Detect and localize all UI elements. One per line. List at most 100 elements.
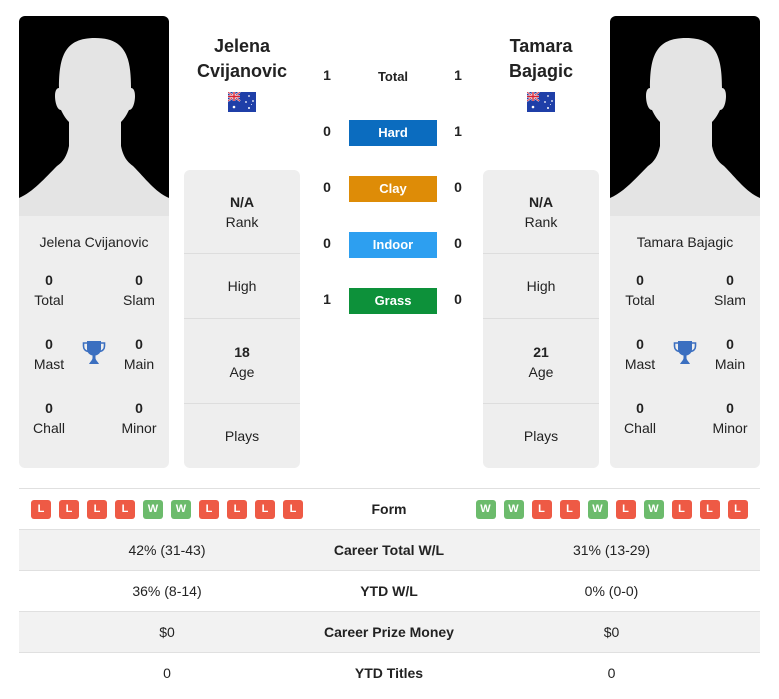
form-loss-badge[interactable]: L [559, 499, 580, 519]
form-loss-badge[interactable]: L [31, 499, 51, 519]
stat-right-value: 0 [607, 665, 616, 681]
form-loss-badge[interactable]: L [255, 499, 275, 519]
surface-indoor-button[interactable]: Indoor [349, 232, 437, 258]
age-left: 18 Age [229, 344, 255, 380]
h2h-grass-row: 1 Grass 0 [315, 288, 470, 314]
player-first-name-left[interactable]: Jelena [177, 34, 307, 59]
h2h-hard-right: 1 [454, 123, 462, 139]
player-card-right: Tamara Bajagic 0 Total 0 Slam 0 Mast 0 Main … [610, 16, 760, 468]
info-card-left: N/A Rank High 18 Age Plays [184, 170, 300, 468]
age-right: 21 Age [528, 344, 554, 380]
stat-left-value: 36% (8-14) [132, 583, 202, 599]
form-row: LLLLWWLLLL Form WWLLWLWLLL [19, 488, 760, 529]
titles-chall-right: 0 Chall [624, 400, 656, 436]
player-last-name-right[interactable]: Bajagic [476, 59, 606, 84]
form-label: Form [371, 501, 407, 517]
titles-total-right: 0 Total [625, 272, 655, 308]
stat-label: Career Total W/L [333, 542, 445, 558]
form-loss-badge[interactable]: L [87, 499, 107, 519]
form-loss-badge[interactable]: L [531, 499, 552, 519]
plays-right: Plays [523, 428, 559, 444]
h2h-clay-left: 0 [323, 179, 331, 195]
player-name-right: Tamara Bajagic [636, 234, 734, 250]
form-loss-badge[interactable]: L [115, 499, 135, 519]
silhouette-icon [19, 38, 169, 216]
titles-minor-left: 0 Minor [121, 400, 157, 436]
form-win-badge[interactable]: W [587, 499, 608, 519]
form-loss-badge[interactable]: L [671, 499, 692, 519]
titles-mast-left: 0 Mast [33, 336, 65, 372]
titles-minor-right: 0 Minor [712, 400, 748, 436]
form-loss-badge[interactable]: L [59, 499, 79, 519]
stat-label: YTD W/L [360, 583, 418, 599]
stat-right-value: $0 [603, 624, 620, 640]
australia-flag-icon [527, 92, 555, 112]
table-row: $0 Career Prize Money $0 [19, 611, 760, 652]
form-win-badge[interactable]: W [475, 499, 496, 519]
player-header-right: Tamara Bajagic [476, 34, 606, 115]
form-loss-badge[interactable]: L [199, 499, 219, 519]
divider [184, 403, 300, 404]
h2h-clay-row: 0 Clay 0 [315, 176, 470, 202]
surface-hard-button[interactable]: Hard [349, 120, 437, 146]
h2h-grass-left: 1 [323, 291, 331, 307]
form-win-badge[interactable]: W [171, 499, 191, 519]
high-right: High [526, 278, 556, 294]
form-win-badge[interactable]: W [643, 499, 664, 519]
form-loss-badge[interactable]: L [283, 499, 303, 519]
titles-chall-left: 0 Chall [33, 400, 65, 436]
titles-slam-left: 0 Slam [123, 272, 155, 308]
titles-total-left: 0 Total [34, 272, 64, 308]
titles-main-right: 0 Main [714, 336, 746, 372]
australia-flag-icon [228, 92, 256, 112]
player-header-left: Jelena Cvijanovic [177, 34, 307, 115]
player-first-name-right[interactable]: Tamara [476, 34, 606, 59]
surface-grass-button[interactable]: Grass [349, 288, 437, 314]
info-card-right: N/A Rank High 21 Age Plays [483, 170, 599, 468]
form-loss-badge[interactable]: L [699, 499, 720, 519]
divider [483, 403, 599, 404]
h2h-indoor-left: 0 [323, 235, 331, 251]
h2h-total-left: 1 [323, 67, 331, 83]
player-name-left: Jelena Cvijanovic [39, 234, 149, 250]
h2h-total-right: 1 [454, 67, 462, 83]
player-photo-left [19, 16, 169, 216]
table-row: 36% (8-14) YTD W/L 0% (0-0) [19, 570, 760, 611]
stat-left-value: $0 [159, 624, 175, 640]
form-list-left: LLLLWWLLLL [19, 499, 315, 519]
form-loss-badge[interactable]: L [227, 499, 247, 519]
h2h-clay-right: 0 [454, 179, 462, 195]
comparison-table: LLLLWWLLLL Form WWLLWLWLLL 42% (31-43) C… [19, 488, 760, 693]
rank-left: N/A Rank [225, 194, 259, 230]
plays-left: Plays [224, 428, 260, 444]
table-row: 42% (31-43) Career Total W/L 31% (13-29) [19, 529, 760, 570]
divider [483, 318, 599, 319]
stat-right-value: 31% (13-29) [572, 542, 651, 558]
stat-label: YTD Titles [354, 665, 424, 681]
divider [184, 253, 300, 254]
stat-label: Career Prize Money [324, 624, 454, 640]
form-win-badge[interactable]: W [143, 499, 163, 519]
divider [483, 253, 599, 254]
player-last-name-left[interactable]: Cvijanovic [177, 59, 307, 84]
surface-clay-button[interactable]: Clay [349, 176, 437, 202]
h2h-total-label: Total [377, 69, 409, 84]
form-win-badge[interactable]: W [503, 499, 524, 519]
trophy-icon [82, 341, 106, 364]
player-photo-right [610, 16, 760, 216]
player-card-left: Jelena Cvijanovic 0 Total 0 Slam 0 Mast 0 Ma… [19, 16, 169, 468]
h2h-hard-row: 0 Hard 1 [315, 120, 470, 146]
h2h-indoor-row: 0 Indoor 0 [315, 232, 470, 258]
stat-right-value: 0% (0-0) [584, 583, 639, 599]
form-loss-badge[interactable]: L [615, 499, 636, 519]
h2h-indoor-right: 0 [454, 235, 462, 251]
h2h-total-row: 1 Total 1 [315, 64, 470, 90]
h2h-hard-left: 0 [323, 123, 331, 139]
rank-right: N/A Rank [524, 194, 558, 230]
divider [184, 318, 300, 319]
silhouette-icon [610, 38, 760, 216]
titles-main-left: 0 Main [123, 336, 155, 372]
stat-left-value: 42% (31-43) [128, 542, 206, 558]
form-loss-badge[interactable]: L [727, 499, 748, 519]
titles-mast-right: 0 Mast [624, 336, 656, 372]
